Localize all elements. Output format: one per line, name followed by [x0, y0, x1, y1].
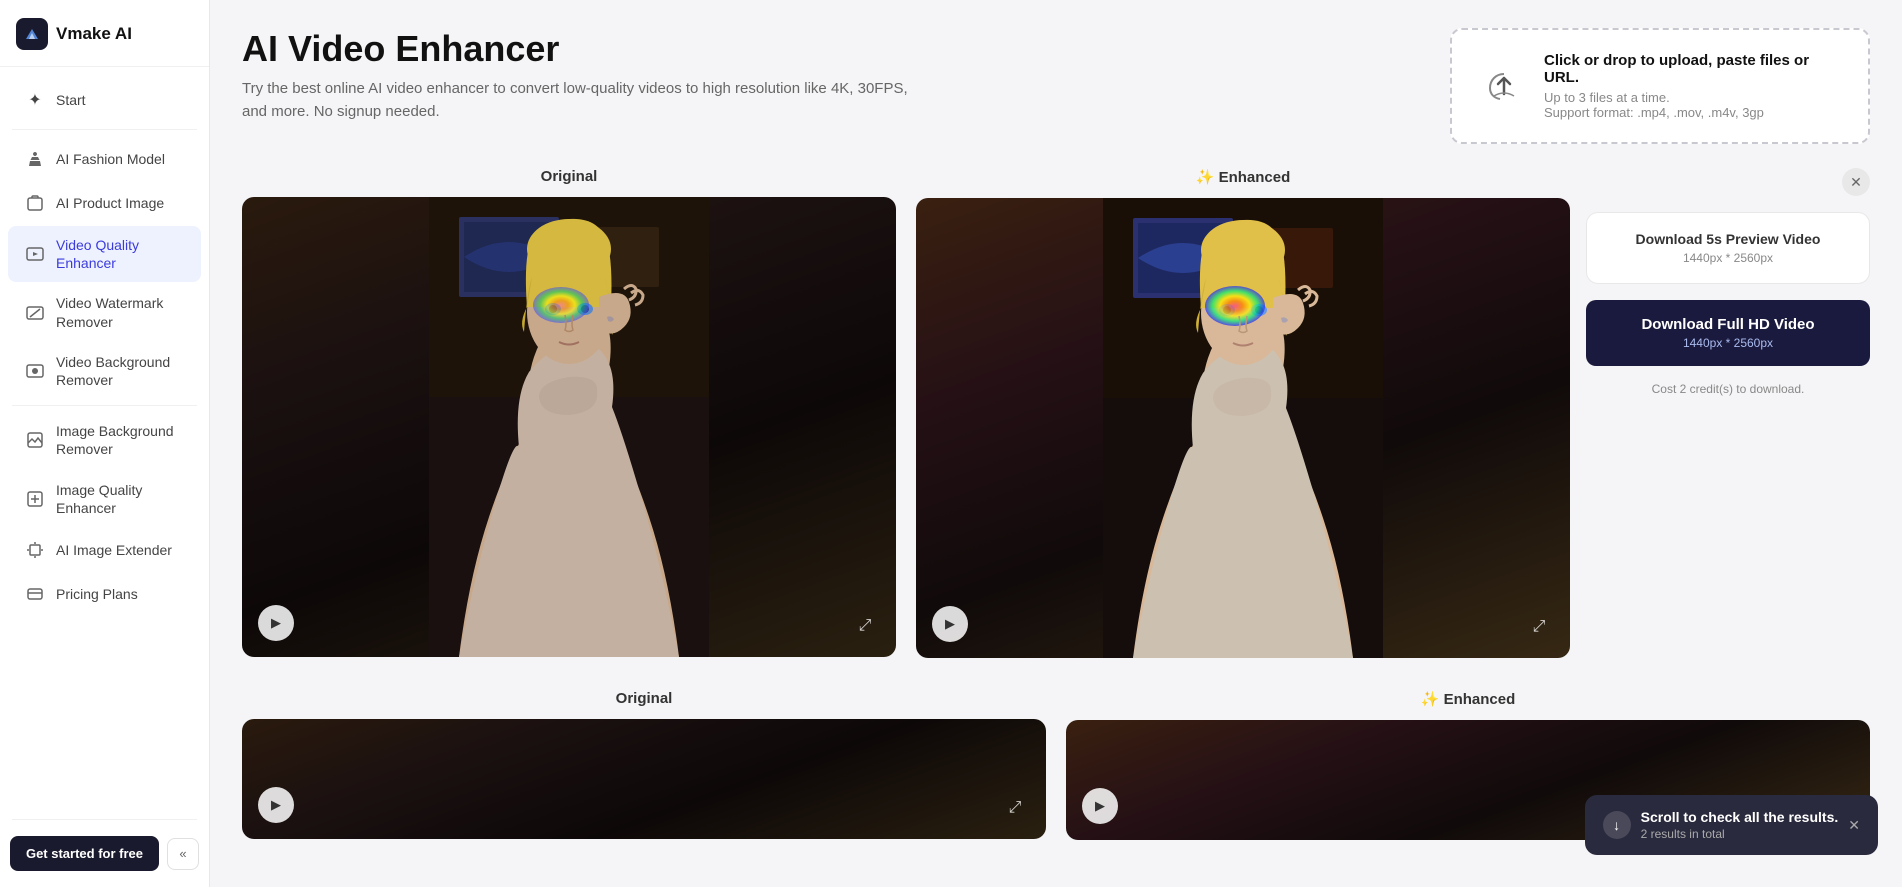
toast-text: Scroll to check all the results. 2 resul… — [1641, 809, 1839, 841]
image-quality-enhancer-label: Image Quality Enhancer — [56, 481, 185, 517]
toast-arrow-icon: ↓ — [1603, 811, 1631, 839]
enhanced-video-bg — [916, 198, 1570, 658]
sidebar-item-image-background-remover[interactable]: Image Background Remover — [8, 412, 201, 468]
fashion-model-label: AI Fashion Model — [56, 150, 165, 168]
sidebar-collapse-button[interactable]: « — [167, 838, 199, 870]
image-background-remover-icon — [24, 429, 46, 451]
enhanced-video-frame: ▶ ⤢ — [916, 198, 1570, 658]
original-label: Original — [242, 168, 896, 185]
sidebar-item-start[interactable]: ✦ Start — [8, 79, 201, 121]
start-icon: ✦ — [24, 89, 46, 111]
sidebar-cta-row: Get started for free « — [0, 826, 209, 875]
product-image-label: AI Product Image — [56, 194, 164, 212]
logo-area: Vmake AI — [0, 0, 209, 67]
enhanced-video-column: ✨ Enhanced — [916, 168, 1570, 658]
page-header: AI Video Enhancer Try the best online AI… — [242, 28, 1426, 123]
original-play-button[interactable]: ▶ — [258, 605, 294, 641]
image-background-remover-label: Image Background Remover — [56, 422, 185, 458]
enhanced-fullscreen-button[interactable]: ⤢ — [1524, 612, 1554, 642]
close-button[interactable]: ✕ — [1842, 168, 1870, 196]
logo-icon — [16, 18, 48, 50]
sidebar-items: AI Fashion Model AI Product Image Video Qu… — [0, 136, 209, 617]
pricing-plans-icon — [24, 583, 46, 605]
upload-text: Click or drop to upload, paste files or … — [1544, 52, 1840, 120]
sidebar-divider-1 — [12, 129, 197, 130]
sidebar-item-video-watermark-remover[interactable]: Video Watermark Remover — [8, 284, 201, 340]
video-watermark-remover-label: Video Watermark Remover — [56, 294, 185, 330]
image-quality-enhancer-icon — [24, 488, 46, 510]
video-quality-enhancer-icon — [24, 243, 46, 265]
play-button-2[interactable]: ▶ — [258, 787, 294, 823]
download-full-title: Download Full HD Video — [1602, 316, 1854, 333]
fullscreen-button-2[interactable]: ⤢ — [1000, 793, 1030, 823]
original-video-column: Original — [242, 168, 896, 658]
sidebar-item-video-background-remover[interactable]: Video Background Remover — [8, 343, 201, 399]
upload-main-text: Click or drop to upload, paste files or … — [1544, 52, 1840, 86]
fashion-model-icon — [24, 148, 46, 170]
sidebar-divider-2 — [12, 819, 197, 820]
main-content: AI Video Enhancer Try the best online AI… — [210, 0, 1902, 887]
enhanced-person-svg — [1103, 198, 1383, 658]
sidebar-item-ai-image-extender[interactable]: AI Image Extender — [8, 529, 201, 571]
video-quality-enhancer-label: Video Quality Enhancer — [56, 236, 185, 272]
original-video-column-2: Original ▶ ⤢ — [242, 690, 1046, 840]
cost-text: Cost 2 credit(s) to download. — [1586, 382, 1870, 396]
play-button-3[interactable]: ▶ — [1082, 788, 1118, 824]
video-background-remover-icon — [24, 360, 46, 382]
scroll-toast: ↓ Scroll to check all the results. 2 res… — [1585, 795, 1878, 855]
enhanced-label: ✨ Enhanced — [916, 168, 1570, 186]
download-full-dim: 1440px * 2560px — [1602, 336, 1854, 350]
sidebar-item-product-image[interactable]: AI Product Image — [8, 182, 201, 224]
product-image-icon — [24, 192, 46, 214]
enhanced-label-2: ✨ Enhanced — [1066, 690, 1870, 708]
original-video-frame-2: ▶ ⤢ — [242, 719, 1046, 839]
original-fullscreen-button[interactable]: ⤢ — [850, 611, 880, 641]
toast-main-text: Scroll to check all the results. — [1641, 809, 1839, 825]
sidebar-divider-3 — [12, 405, 197, 406]
sidebar: Vmake AI ✦ Start AI Fashion Model AI Prod… — [0, 0, 210, 887]
sidebar-item-fashion-model[interactable]: AI Fashion Model — [8, 138, 201, 180]
get-started-button[interactable]: Get started for free — [10, 836, 159, 871]
upload-zone[interactable]: Click or drop to upload, paste files or … — [1450, 28, 1870, 144]
video-watermark-remover-icon — [24, 302, 46, 324]
upload-icon — [1480, 62, 1528, 110]
ai-image-extender-icon — [24, 539, 46, 561]
page-title: AI Video Enhancer — [242, 28, 1426, 70]
original-person-svg — [429, 197, 709, 657]
page-subtitle: Try the best online AI video enhancer to… — [242, 78, 922, 123]
pricing-plans-label: Pricing Plans — [56, 585, 138, 603]
original-video-frame: ▶ ⤢ — [242, 197, 896, 657]
download-full-button[interactable]: Download Full HD Video 1440px * 2560px — [1586, 300, 1870, 366]
download-preview-dim: 1440px * 2560px — [1605, 251, 1851, 265]
sidebar-item-video-quality-enhancer[interactable]: Video Quality Enhancer — [8, 226, 201, 282]
ai-image-extender-label: AI Image Extender — [56, 541, 172, 559]
upload-sub-text: Up to 3 files at a time. — [1544, 90, 1840, 105]
download-preview-title: Download 5s Preview Video — [1605, 231, 1851, 247]
toast-sub-text: 2 results in total — [1641, 827, 1839, 841]
upload-format-text: Support format: .mp4, .mov, .m4v, 3gp — [1544, 105, 1840, 120]
original-video-bg — [242, 197, 896, 657]
download-preview-box: Download 5s Preview Video 1440px * 2560p… — [1586, 212, 1870, 284]
right-panel: ✕ Download 5s Preview Video 1440px * 256… — [1570, 168, 1870, 658]
sidebar-item-pricing-plans[interactable]: Pricing Plans — [8, 573, 201, 615]
sidebar-item-image-quality-enhancer[interactable]: Image Quality Enhancer — [8, 471, 201, 527]
toast-close-button[interactable]: ✕ — [1848, 817, 1860, 834]
original-label-2: Original — [242, 690, 1046, 707]
video-background-remover-label: Video Background Remover — [56, 353, 185, 389]
enhanced-play-button[interactable]: ▶ — [932, 606, 968, 642]
logo-text: Vmake AI — [56, 24, 132, 44]
